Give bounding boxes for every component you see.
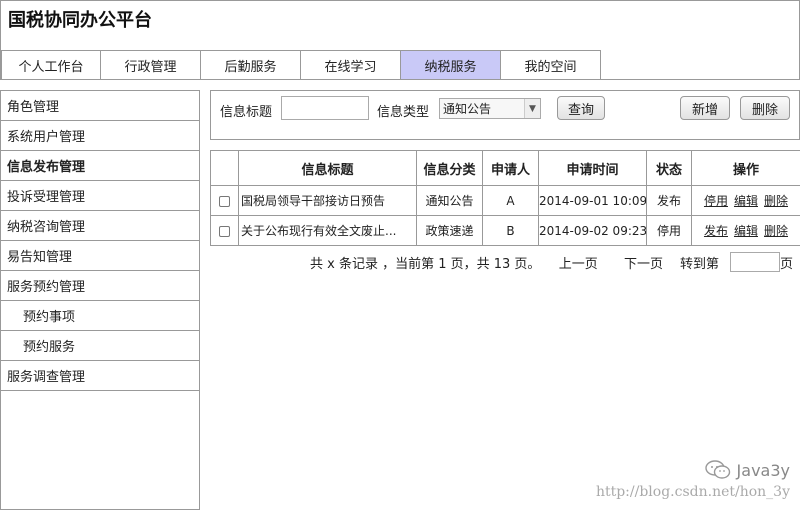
search-panel: 信息标题 信息类型 通知公告 ▼ 查询 新增 删除	[210, 90, 800, 140]
nav-tab-logistics[interactable]: 后勤服务	[201, 50, 301, 80]
info-table: 信息标题 信息分类 申请人 申请时间 状态 操作 国税局领导干部接访日预告 通知…	[210, 150, 800, 246]
sidebar-item-users[interactable]: 系统用户管理	[1, 121, 199, 151]
edit-link[interactable]: 编辑	[734, 194, 758, 208]
type-filter-label: 信息类型	[377, 105, 430, 120]
add-button[interactable]: 新增	[680, 96, 730, 120]
app-header: 国税协同办公平台 个人工作台 行政管理 后勤服务 在线学习 纳税服务 我的空间	[0, 0, 800, 80]
delete-button[interactable]: 删除	[740, 96, 790, 120]
sidebar-item-complaints[interactable]: 投诉受理管理	[1, 181, 199, 211]
nav-tab-admin[interactable]: 行政管理	[101, 50, 201, 80]
delete-link[interactable]: 删除	[764, 194, 788, 208]
header-applicant: 申请人	[482, 150, 539, 186]
cell-title: 关于公布现行有效全文废止...	[238, 215, 417, 246]
sidebar: 角色管理 系统用户管理 信息发布管理 投诉受理管理 纳税咨询管理 易告知管理 服…	[0, 90, 200, 510]
watermark-url: http://blog.csdn.net/hon_3y	[595, 484, 790, 500]
type-filter-value: 通知公告	[443, 102, 492, 116]
sidebar-item-notices[interactable]: 易告知管理	[1, 241, 199, 271]
goto-unit: 页	[780, 257, 794, 272]
header-actions: 操作	[691, 150, 800, 186]
cell-title: 国税局领导干部接访日预告	[238, 185, 417, 216]
publish-link[interactable]: 发布	[704, 224, 728, 238]
wechat-icon	[704, 460, 730, 479]
row-checkbox[interactable]	[219, 225, 230, 237]
table-row: 国税局领导干部接访日预告 通知公告 A 2014-09-01 10:09 发布 …	[210, 185, 800, 216]
sidebar-item-reservation-service[interactable]: 预约服务	[1, 331, 199, 361]
row-checkbox[interactable]	[219, 195, 230, 207]
disable-link[interactable]: 停用	[704, 194, 728, 208]
app-title: 国税协同办公平台	[8, 10, 152, 31]
nav-tab-my-space[interactable]: 我的空间	[501, 50, 601, 80]
edit-link[interactable]: 编辑	[734, 224, 758, 238]
prev-page-link[interactable]: 上一页	[559, 257, 598, 272]
header-title: 信息标题	[238, 150, 417, 186]
cell-status: 发布	[646, 185, 692, 216]
sidebar-item-tax-consult[interactable]: 纳税咨询管理	[1, 211, 199, 241]
chevron-down-icon: ▼	[524, 99, 540, 118]
table-row: 关于公布现行有效全文废止... 政策速递 B 2014-09-02 09:23 …	[210, 215, 800, 246]
nav-tab-personal[interactable]: 个人工作台	[1, 50, 101, 80]
header-select	[210, 150, 239, 186]
header-status: 状态	[646, 150, 692, 186]
pager-summary: 共 x 条记录 ，当前第 1 页，共 13 页。	[310, 257, 541, 272]
cell-category: 政策速递	[416, 215, 483, 246]
sidebar-item-reservation-matters[interactable]: 预约事项	[1, 301, 199, 331]
watermark-brand: Java3y	[736, 460, 790, 480]
type-filter-select[interactable]: 通知公告 ▼	[439, 98, 541, 119]
title-filter-input[interactable]	[281, 96, 369, 120]
sidebar-item-roles[interactable]: 角色管理	[1, 91, 199, 121]
cell-applicant: A	[482, 185, 539, 216]
sidebar-item-reservation[interactable]: 服务预约管理	[1, 271, 199, 301]
cell-status: 停用	[646, 215, 692, 246]
watermark: Java3y http://blog.csdn.net/hon_3y	[596, 460, 790, 500]
cell-category: 通知公告	[416, 185, 483, 216]
cell-applicant: B	[482, 215, 539, 246]
title-filter-label: 信息标题	[220, 105, 273, 120]
nav-tab-tax-service[interactable]: 纳税服务	[401, 50, 501, 80]
sidebar-item-info-publish[interactable]: 信息发布管理	[1, 151, 199, 181]
table-header-row: 信息标题 信息分类 申请人 申请时间 状态 操作	[210, 150, 800, 186]
goto-label: 转到第	[680, 257, 720, 272]
query-button[interactable]: 查询	[557, 96, 605, 120]
main-nav: 个人工作台 行政管理 后勤服务 在线学习 纳税服务 我的空间	[1, 50, 601, 80]
next-page-link[interactable]: 下一页	[624, 257, 663, 272]
cell-actions: 发布 编辑 删除	[691, 215, 800, 246]
cell-time: 2014-09-01 10:09	[538, 185, 647, 216]
delete-link[interactable]: 删除	[764, 224, 788, 238]
sidebar-item-survey[interactable]: 服务调查管理	[1, 361, 199, 391]
pager: 共 x 条记录 ，当前第 1 页，共 13 页。 上一页 下一页	[310, 253, 663, 272]
cell-time: 2014-09-02 09:23	[538, 215, 647, 246]
header-category: 信息分类	[416, 150, 483, 186]
goto-page-input[interactable]	[730, 252, 780, 272]
cell-actions: 停用 编辑 删除	[691, 185, 800, 216]
nav-tab-learning[interactable]: 在线学习	[301, 50, 401, 80]
header-time: 申请时间	[538, 150, 647, 186]
